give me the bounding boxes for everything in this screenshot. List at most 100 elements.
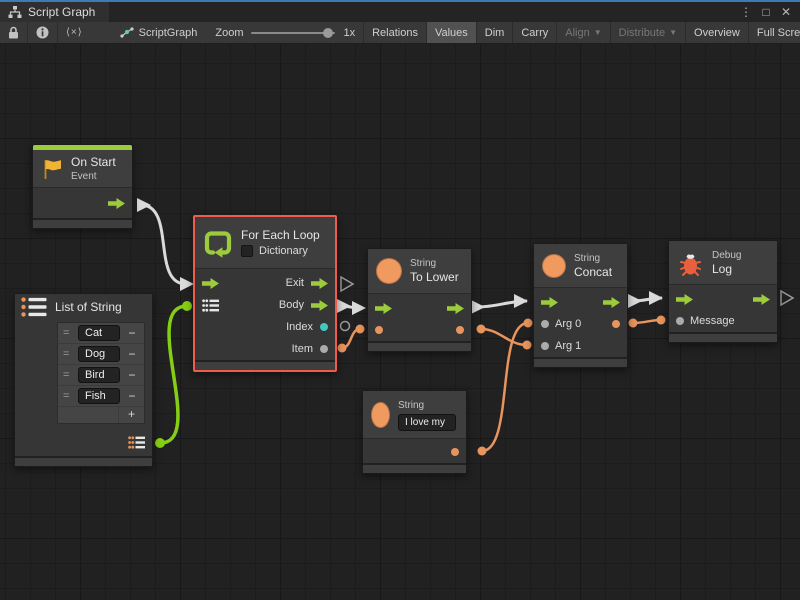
node-string-literal[interactable]: String I love my [362,390,467,474]
node-footer [368,341,471,351]
graph-toolbar: ⟨×⟩ ScriptGraph Zoom 1x Relations Values… [0,22,800,44]
menu-icon[interactable]: ⋮ [738,5,754,19]
node-footer [669,332,777,342]
relations-button[interactable]: Relations [363,22,426,43]
string-type-icon [376,258,402,284]
flow-out-port[interactable] [447,303,464,314]
align-dropdown[interactable]: Align▼ [556,22,609,43]
drag-handle-icon[interactable]: = [63,348,73,360]
flow-out-port[interactable] [753,294,770,305]
wire-list-liststring-foreach[interactable] [160,306,187,443]
zoom-slider-knob[interactable] [323,28,333,38]
port-label-exit: Exit [286,277,304,289]
distribute-dropdown[interactable]: Distribute▼ [610,22,685,43]
wire-value-literal-arg0[interactable] [482,323,528,451]
wire-flow-onstart-foreach[interactable] [141,205,186,284]
drag-handle-icon[interactable]: = [63,327,73,339]
zoom-value: 1x [343,27,355,39]
port-label-arg0: Arg 0 [555,318,581,330]
code-preview-button[interactable]: ⟨×⟩ [57,22,91,43]
string-type-icon [371,402,390,428]
zoom-slider[interactable] [251,32,335,34]
node-category: String [574,252,612,265]
wire-value-tolower-arg1[interactable] [481,329,527,345]
node-subtitle: Event [71,170,116,183]
fullscreen-button[interactable]: Full Screen [748,22,800,43]
close-icon[interactable]: ✕ [778,5,794,19]
tab-script-graph[interactable]: Script Graph [0,2,109,22]
maximize-icon[interactable]: □ [758,5,774,19]
node-footer [363,463,466,473]
titlebar: Script Graph ⋮ □ ✕ [0,0,800,22]
remove-item-button[interactable]: − [125,347,139,361]
graph-canvas[interactable]: On Start Event List of String [0,44,800,600]
node-title: On Start [71,155,116,170]
chevron-down-icon: ▼ [669,28,677,37]
graph-selector[interactable]: ScriptGraph [109,22,208,43]
list-icon [21,297,47,317]
node-list-of-string[interactable]: List of String = Cat − = Dog − = [14,293,153,467]
drag-handle-icon[interactable]: = [63,369,73,381]
overview-button[interactable]: Overview [685,22,748,43]
green-wire-end [182,301,192,311]
zoom-label: Zoom [215,27,243,39]
node-debug-log[interactable]: Debug Log Message [668,240,778,343]
lock-button[interactable] [0,22,27,43]
node-for-each-loop[interactable]: For Each Loop Dictionary Exit [193,215,337,372]
flag-icon [41,158,63,180]
item-out-port[interactable] [320,345,328,353]
string-in-port[interactable] [375,326,383,334]
flow-in-port[interactable] [541,297,558,308]
port-label-body: Body [279,299,304,311]
string-out-port[interactable] [456,326,464,334]
list-item-input[interactable]: Bird [78,367,120,383]
zoom-control: Zoom 1x [207,22,363,43]
string-out-port[interactable] [451,448,459,456]
node-footer [15,456,152,466]
bug-icon [677,250,704,276]
node-category: Debug [712,249,741,262]
arg0-in-port[interactable] [541,320,549,328]
remove-item-button[interactable]: − [125,368,139,382]
dim-button[interactable]: Dim [476,22,513,43]
flow-out-port[interactable] [603,297,620,308]
green-wire-end [155,438,165,448]
script-graph-window: Script Graph ⋮ □ ✕ ⟨×⟩ ScriptGraph Zoom … [0,0,800,600]
list-in-port[interactable] [202,299,219,312]
flow-in-port[interactable] [375,303,392,314]
node-on-start[interactable]: On Start Event [32,144,133,229]
index-out-port[interactable] [320,323,328,331]
node-string-concat[interactable]: String Concat Arg 0 [533,243,628,368]
string-value-input[interactable]: I love my [398,414,456,431]
node-title: To Lower [410,270,459,285]
list-item-input[interactable]: Cat [78,325,120,341]
list-item-input[interactable]: Fish [78,388,120,404]
carry-button[interactable]: Carry [512,22,556,43]
inspect-button[interactable] [27,22,57,43]
dictionary-checkbox-label: Dictionary [259,245,308,257]
remove-item-button[interactable]: − [125,326,139,340]
port-label-index: Index [286,321,313,333]
string-out-port[interactable] [612,320,620,328]
body-out-port[interactable] [311,300,328,311]
add-item-button[interactable]: + [118,407,144,423]
drag-handle-icon[interactable]: = [63,390,73,402]
values-button[interactable]: Values [426,22,476,43]
port-label-item: Item [292,343,313,355]
graph-name: ScriptGraph [139,27,198,39]
list-editor: = Cat − = Dog − = Bird − = [57,322,145,424]
node-footer [534,357,627,367]
node-category: String [410,257,459,270]
chevron-down-icon: ▼ [594,28,602,37]
dictionary-checkbox[interactable] [241,245,253,257]
list-out-port[interactable] [128,436,145,449]
flow-in-port[interactable] [202,278,219,289]
remove-item-button[interactable]: − [125,389,139,403]
flow-in-port[interactable] [676,294,693,305]
flow-out-port[interactable] [108,198,125,209]
node-string-to-lower[interactable]: String To Lower [367,248,472,352]
exit-out-port[interactable] [311,278,328,289]
arg1-in-port[interactable] [541,342,549,350]
message-in-port[interactable] [676,317,684,325]
list-item-input[interactable]: Dog [78,346,120,362]
